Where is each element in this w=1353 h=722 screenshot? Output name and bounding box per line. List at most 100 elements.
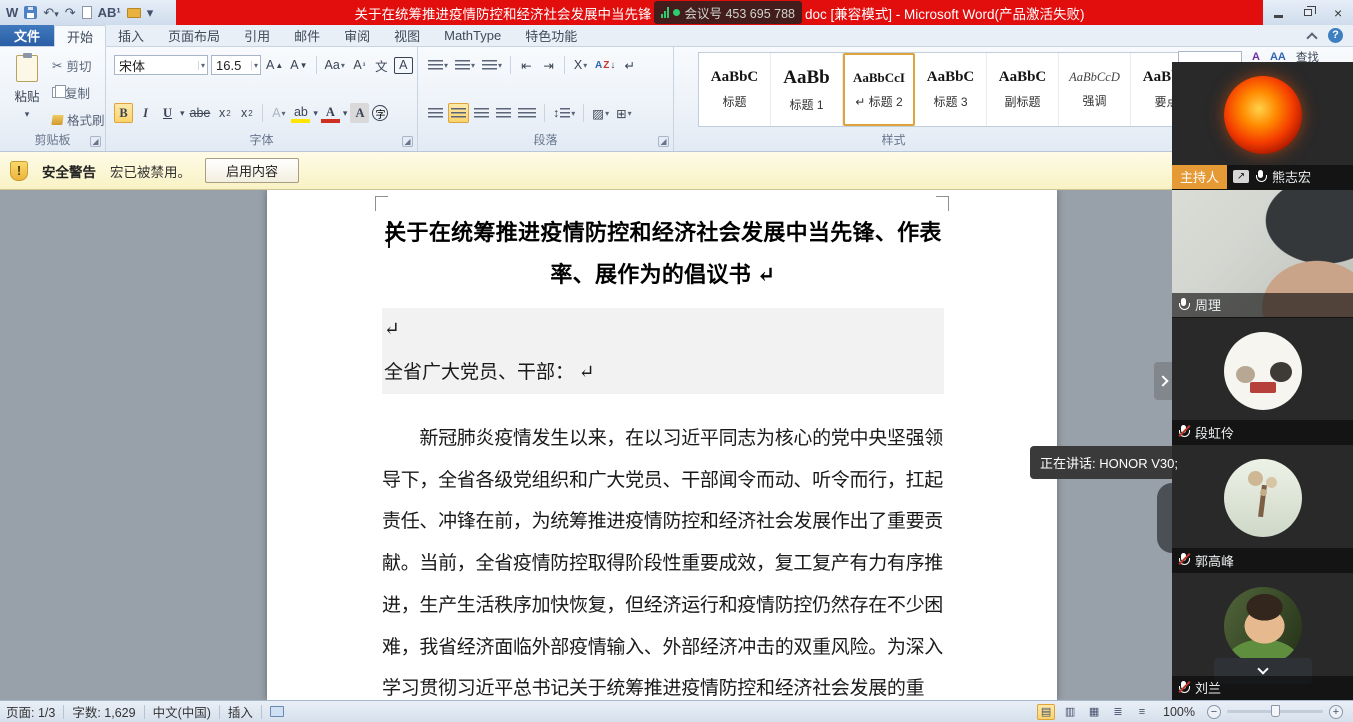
- help-icon[interactable]: ?: [1328, 28, 1343, 43]
- clear-formatting-icon[interactable]: A³: [350, 55, 369, 75]
- insert-mode-indicator[interactable]: 插入: [228, 702, 253, 721]
- language-indicator[interactable]: 中文(中国): [153, 702, 211, 721]
- document-area[interactable]: 关于在统筹推进疫情防控和经济社会发展中当先锋、作表 率、展作为的倡议书 ↵ ↵ …: [0, 190, 1172, 700]
- redo-icon[interactable]: ↷: [65, 6, 76, 19]
- style-item[interactable]: AaBbCcD强调: [1059, 53, 1131, 126]
- tab-references[interactable]: 引用: [232, 25, 282, 46]
- format-painter-button[interactable]: 格式刷: [52, 110, 105, 129]
- draft-view-icon[interactable]: ≡: [1133, 704, 1151, 720]
- enclose-characters-icon[interactable]: 字: [372, 105, 388, 121]
- align-left-icon[interactable]: [426, 103, 445, 123]
- font-size-combo[interactable]: 16.5▾: [211, 55, 261, 75]
- character-shading-icon[interactable]: A: [350, 103, 369, 123]
- full-screen-reading-icon[interactable]: ▥: [1061, 704, 1079, 720]
- enable-content-button[interactable]: 启用内容: [205, 158, 299, 183]
- strikethrough-icon[interactable]: abe: [188, 103, 213, 123]
- document-page[interactable]: 关于在统筹推进疫情防控和经济社会发展中当先锋、作表 率、展作为的倡议书 ↵ ↵ …: [267, 190, 1057, 700]
- style-item[interactable]: AaBbC标题 3: [915, 53, 987, 126]
- underline-button[interactable]: U: [158, 103, 177, 123]
- minimize-ribbon-icon[interactable]: [1306, 32, 1317, 43]
- macro-record-icon[interactable]: [270, 706, 284, 717]
- align-center-icon[interactable]: [448, 103, 469, 123]
- outline-view-icon[interactable]: ≣: [1109, 704, 1127, 720]
- style-item[interactable]: AaBbC副标题: [987, 53, 1059, 126]
- crop-mark-right: [936, 196, 949, 211]
- tab-mailings[interactable]: 邮件: [282, 25, 332, 46]
- save-icon[interactable]: [24, 6, 37, 19]
- new-document-icon[interactable]: [82, 6, 92, 19]
- participant-tile[interactable]: 主持人 熊志宏: [1172, 62, 1353, 189]
- align-right-icon[interactable]: [472, 103, 491, 123]
- grow-font-icon[interactable]: A▲: [264, 55, 285, 75]
- bullet-list-icon[interactable]: ▾: [426, 55, 450, 75]
- clipboard-dialog-launcher-icon[interactable]: ◢: [90, 136, 101, 147]
- panel-expand-button[interactable]: [1154, 362, 1172, 400]
- zoom-in-icon[interactable]: +: [1329, 705, 1343, 719]
- zoom-slider-thumb[interactable]: [1271, 705, 1280, 717]
- footnote-icon[interactable]: AB¹: [98, 6, 121, 19]
- page-indicator[interactable]: 页面: 1/3: [6, 702, 55, 721]
- decrease-indent-icon[interactable]: ⇤: [517, 55, 536, 75]
- document-body-text[interactable]: 新冠肺炎疫情发生以来，在以习近平同志为核心的党中央坚强领 导下，全省各级党组织和…: [382, 418, 948, 700]
- tab-special-features[interactable]: 特色功能: [513, 25, 589, 46]
- justify-icon[interactable]: [494, 103, 513, 123]
- character-border-icon[interactable]: A: [394, 57, 413, 74]
- tab-mathtype[interactable]: MathType: [432, 25, 513, 46]
- change-case-icon[interactable]: Aa▾: [323, 55, 347, 75]
- participant-tile[interactable]: 郭高峰: [1172, 445, 1353, 572]
- subscript-icon[interactable]: x2: [215, 103, 234, 123]
- tab-page-layout[interactable]: 页面布局: [156, 25, 232, 46]
- font-dialog-launcher-icon[interactable]: ◢: [402, 136, 413, 147]
- document-title-text[interactable]: 关于在统筹推进疫情防控和经济社会发展中当先锋、作表 率、展作为的倡议书 ↵: [382, 212, 944, 296]
- chevron-down-icon: [1257, 664, 1268, 675]
- highlight-color-icon[interactable]: ab: [291, 103, 310, 123]
- italic-button[interactable]: I: [136, 103, 155, 123]
- distribute-icon[interactable]: [516, 103, 538, 123]
- participant-tile[interactable]: 刘兰: [1172, 573, 1353, 700]
- sort-icon[interactable]: AZ↓: [593, 55, 617, 75]
- font-color-icon[interactable]: A: [321, 103, 340, 123]
- tab-view[interactable]: 视图: [382, 25, 432, 46]
- bold-button[interactable]: B: [114, 103, 133, 123]
- font-family-combo[interactable]: 宋体▾: [114, 55, 208, 75]
- paste-dropdown-icon[interactable]: ▾: [25, 109, 30, 120]
- zoom-slider[interactable]: [1227, 710, 1323, 713]
- print-layout-view-icon[interactable]: ▤: [1037, 704, 1055, 720]
- style-item[interactable]: AaBbC标题: [699, 53, 771, 126]
- undo-icon[interactable]: ↶▾: [43, 6, 58, 19]
- text-effects-icon[interactable]: A▾: [269, 103, 288, 123]
- tab-insert[interactable]: 插入: [106, 25, 156, 46]
- asian-layout-icon[interactable]: X▾: [571, 55, 590, 75]
- shrink-font-icon[interactable]: A▼: [288, 55, 309, 75]
- shading-icon[interactable]: ▨▾: [590, 103, 611, 123]
- document-salutation-text[interactable]: ↵ 全省广大党员、干部： ↵: [382, 308, 944, 394]
- zoom-level[interactable]: 100%: [1163, 705, 1195, 719]
- word-count[interactable]: 字数: 1,629: [72, 702, 135, 721]
- show-marks-icon[interactable]: ↵: [620, 55, 639, 75]
- copy-button[interactable]: 复制: [52, 83, 105, 102]
- restore-icon[interactable]: [1304, 9, 1312, 16]
- minimize-icon[interactable]: [1274, 15, 1283, 18]
- line-spacing-icon[interactable]: ↕▾: [551, 103, 577, 123]
- cut-button[interactable]: 剪切: [52, 56, 105, 75]
- close-icon[interactable]: ×: [1334, 6, 1342, 20]
- customize-toolbar-icon[interactable]: ▾: [147, 6, 154, 19]
- numbered-list-icon[interactable]: ▾: [453, 55, 477, 75]
- style-item[interactable]: AaBb标题 1: [771, 53, 843, 126]
- style-item-selected[interactable]: AaBbCcI↵ 标题 2: [843, 53, 915, 126]
- participant-tile[interactable]: 周理: [1172, 190, 1353, 317]
- zoom-out-icon[interactable]: −: [1207, 705, 1221, 719]
- web-layout-view-icon[interactable]: ▦: [1085, 704, 1103, 720]
- tab-home[interactable]: 开始: [54, 25, 106, 47]
- paste-button[interactable]: 粘贴 ▾: [7, 55, 47, 120]
- superscript-icon[interactable]: x2: [237, 103, 256, 123]
- folder-icon[interactable]: [127, 8, 141, 18]
- floating-button-partial[interactable]: [1157, 483, 1172, 553]
- participant-tile[interactable]: 段虹伶: [1172, 318, 1353, 445]
- increase-indent-icon[interactable]: ⇥: [539, 55, 558, 75]
- borders-icon[interactable]: ⊞▾: [614, 103, 634, 123]
- phonetic-guide-icon[interactable]: 文: [372, 55, 391, 75]
- tab-review[interactable]: 审阅: [332, 25, 382, 46]
- multilevel-list-icon[interactable]: ▾: [480, 55, 504, 75]
- tab-file[interactable]: 文件: [0, 25, 54, 46]
